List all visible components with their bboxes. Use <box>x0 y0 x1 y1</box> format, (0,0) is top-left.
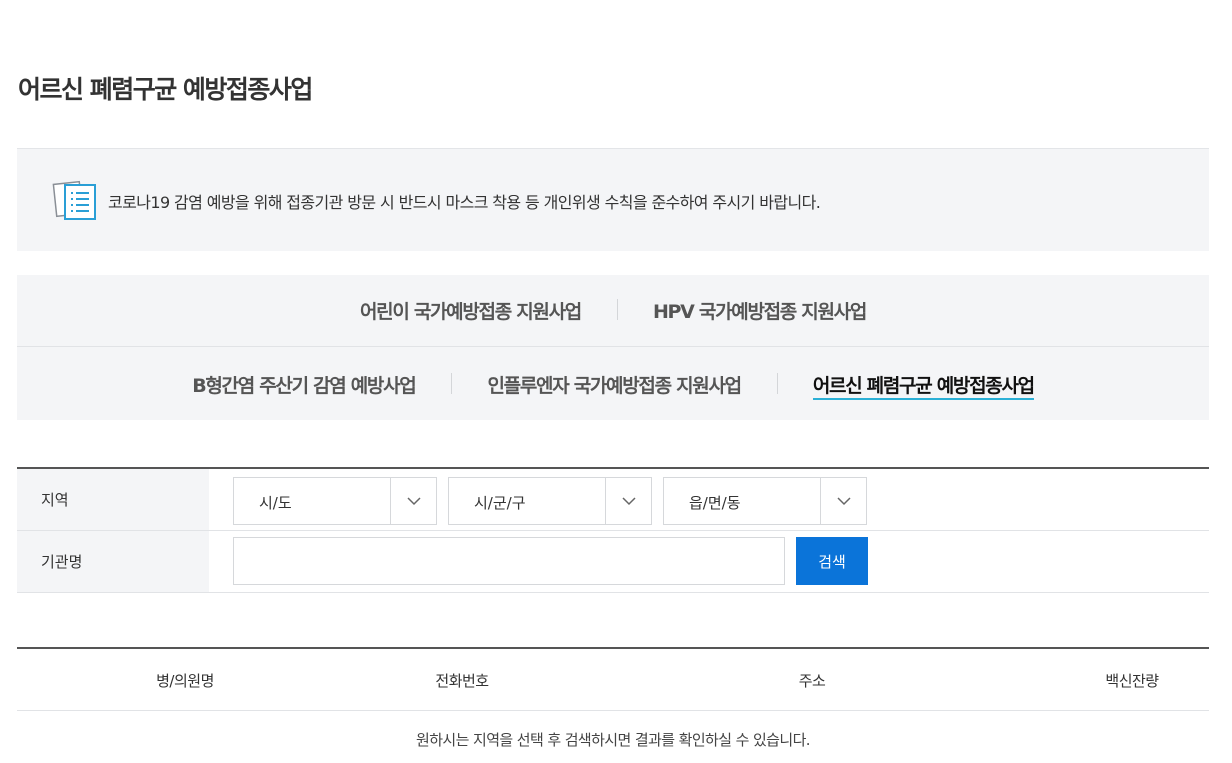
tab-influenza[interactable]: 인플루엔자 국가예방접종 지원사업 <box>451 371 776 398</box>
province-select[interactable]: 시/도 <box>233 477 437 525</box>
city-select[interactable]: 시/군/구 <box>448 477 652 525</box>
district-select-value: 읍/면/동 <box>689 494 741 512</box>
search-form: 지역 시/도 시/군/구 읍/면/동 기관명 검색 <box>17 467 1209 593</box>
tab-label: 인플루엔자 국가예방접종 지원사업 <box>487 374 742 397</box>
notice-text: 코로나19 감염 예방을 위해 접종기관 방문 시 반드시 마스크 착용 등 개… <box>108 193 821 212</box>
tab-hpv-vaccination[interactable]: HPV 국가예방접종 지원사업 <box>616 297 902 324</box>
tab-child-vaccination[interactable]: 어린이 국가예방접종 지원사업 <box>324 297 617 324</box>
search-button[interactable]: 검색 <box>796 537 868 585</box>
institution-label: 기관명 <box>17 531 209 592</box>
district-select[interactable]: 읍/면/동 <box>663 477 867 525</box>
column-header-phone: 전화번호 <box>435 672 489 690</box>
chevron-down-icon[interactable] <box>605 478 651 524</box>
tab-label: 어르신 폐렴구균 예방접종사업 <box>812 374 1035 400</box>
tab-label: B형간염 주산기 감염 예방사업 <box>192 374 417 397</box>
document-list-icon <box>52 179 98 221</box>
tab-senior-pneumococcal[interactable]: 어르신 폐렴구균 예방접종사업 <box>776 371 1070 400</box>
city-select-value: 시/군/구 <box>474 494 526 512</box>
column-header-hospital: 병/의원명 <box>156 672 214 690</box>
chevron-down-icon[interactable] <box>390 478 436 524</box>
tab-label: HPV 국가예방접종 지원사업 <box>652 301 867 323</box>
tab-label: 어린이 국가예방접종 지원사업 <box>359 301 582 323</box>
institution-row: 기관명 검색 <box>17 531 1209 593</box>
tab-hepatitis-b[interactable]: B형간염 주산기 감염 예방사업 <box>156 371 451 398</box>
tab-row-1: 어린이 국가예방접종 지원사업 HPV 국가예방접종 지원사업 <box>17 275 1209 347</box>
region-row: 지역 시/도 시/군/구 읍/면/동 <box>17 469 1209 531</box>
column-header-address: 주소 <box>798 672 826 690</box>
empty-results-message: 원하시는 지역을 선택 후 검색하시면 결과를 확인하실 수 있습니다. <box>416 731 811 749</box>
chevron-down-icon[interactable] <box>820 478 866 524</box>
notice-box: 코로나19 감염 예방을 위해 접종기관 방문 시 반드시 마스크 착용 등 개… <box>17 148 1209 251</box>
column-header-vaccine-stock: 백신잔량 <box>1105 672 1159 690</box>
results-header-row: 병/의원명 전화번호 주소 백신잔량 <box>17 649 1209 711</box>
tab-row-2: B형간염 주산기 감염 예방사업 인플루엔자 국가예방접종 지원사업 어르신 폐… <box>17 348 1209 420</box>
results-table: 병/의원명 전화번호 주소 백신잔량 원하시는 지역을 선택 후 검색하시면 결… <box>17 647 1209 749</box>
institution-name-input[interactable] <box>233 537 785 585</box>
page-title: 어르신 폐렴구균 예방접종사업 <box>18 75 313 104</box>
program-tabs: 어린이 국가예방접종 지원사업 HPV 국가예방접종 지원사업 B형간염 주산기… <box>17 275 1209 420</box>
province-select-value: 시/도 <box>259 494 292 512</box>
region-label: 지역 <box>17 469 209 530</box>
